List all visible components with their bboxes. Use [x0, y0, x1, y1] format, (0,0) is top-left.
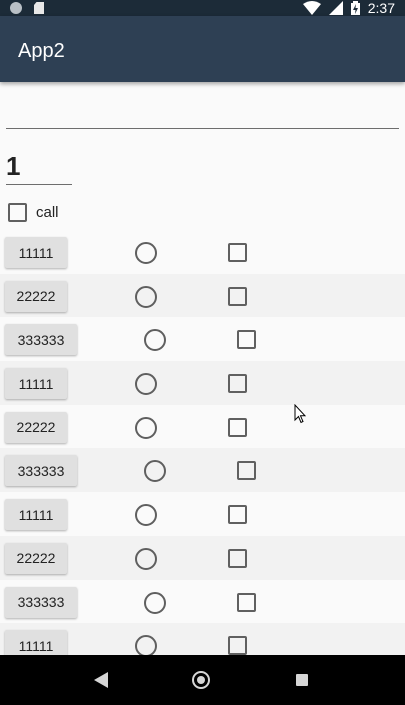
row-button[interactable]: 11111	[5, 368, 67, 400]
row-button[interactable]: 11111	[5, 237, 67, 268]
row-button[interactable]: 22222	[5, 280, 67, 312]
row-button[interactable]: 333333	[5, 455, 77, 487]
row-button[interactable]: 333333	[5, 586, 77, 618]
row-button[interactable]: 11111	[5, 630, 67, 655]
row-button[interactable]: 333333	[5, 324, 77, 356]
clock: 2:37	[367, 0, 395, 16]
list-row: 333333	[0, 580, 405, 624]
row-radio[interactable]	[135, 547, 157, 570]
call-label: call	[36, 203, 59, 221]
list-row: 22222	[0, 273, 405, 318]
notification-dot-icon	[10, 2, 22, 14]
list-row: 333333	[0, 317, 405, 361]
row-radio[interactable]	[144, 591, 166, 614]
row-button[interactable]: 22222	[5, 542, 67, 574]
row-checkbox[interactable]	[228, 286, 247, 306]
call-checkbox[interactable]	[8, 202, 27, 222]
count-input[interactable]	[6, 148, 72, 185]
list-row: 11111	[0, 230, 405, 274]
list-row: 11111	[0, 623, 405, 655]
wifi-icon	[302, 1, 321, 15]
home-icon[interactable]	[192, 671, 210, 689]
row-checkbox[interactable]	[228, 505, 247, 525]
row-checkbox[interactable]	[228, 548, 247, 568]
app-title: App2	[18, 40, 65, 62]
cellular-icon	[328, 1, 343, 15]
row-radio[interactable]	[144, 329, 166, 352]
row-radio[interactable]	[135, 242, 157, 264]
list-row: 22222	[0, 535, 405, 580]
row-button[interactable]: 11111	[5, 499, 67, 531]
item-list[interactable]: 11111 22222 333333 11111 22222 333333 11…	[0, 230, 405, 655]
back-icon[interactable]	[94, 672, 108, 688]
content: call 11111 22222 333333 11111 22222	[0, 86, 405, 655]
row-radio[interactable]	[135, 635, 157, 655]
battery-charging-icon	[350, 1, 360, 15]
recents-icon[interactable]	[296, 674, 308, 686]
call-checkbox-row[interactable]: call	[8, 202, 59, 222]
row-checkbox[interactable]	[237, 330, 256, 350]
row-radio[interactable]	[135, 416, 157, 439]
row-radio[interactable]	[144, 460, 166, 483]
mouse-cursor-icon	[294, 404, 306, 424]
text-input[interactable]	[6, 86, 399, 129]
row-checkbox[interactable]	[237, 592, 256, 612]
list-row: 22222	[0, 405, 405, 449]
row-radio[interactable]	[135, 504, 157, 527]
row-checkbox[interactable]	[237, 461, 256, 481]
list-row: 11111	[0, 492, 405, 536]
app-bar: App2	[0, 16, 405, 82]
row-radio[interactable]	[135, 373, 157, 396]
row-radio[interactable]	[135, 285, 157, 308]
row-checkbox[interactable]	[228, 417, 247, 437]
list-row: 11111	[0, 361, 405, 405]
list-row: 333333	[0, 448, 405, 493]
row-button[interactable]: 22222	[5, 411, 67, 443]
navigation-bar	[0, 655, 405, 705]
row-checkbox[interactable]	[228, 374, 247, 394]
row-checkbox[interactable]	[228, 636, 247, 655]
sd-card-icon	[34, 2, 44, 14]
status-bar: 2:37	[0, 0, 405, 16]
row-checkbox[interactable]	[228, 243, 247, 262]
